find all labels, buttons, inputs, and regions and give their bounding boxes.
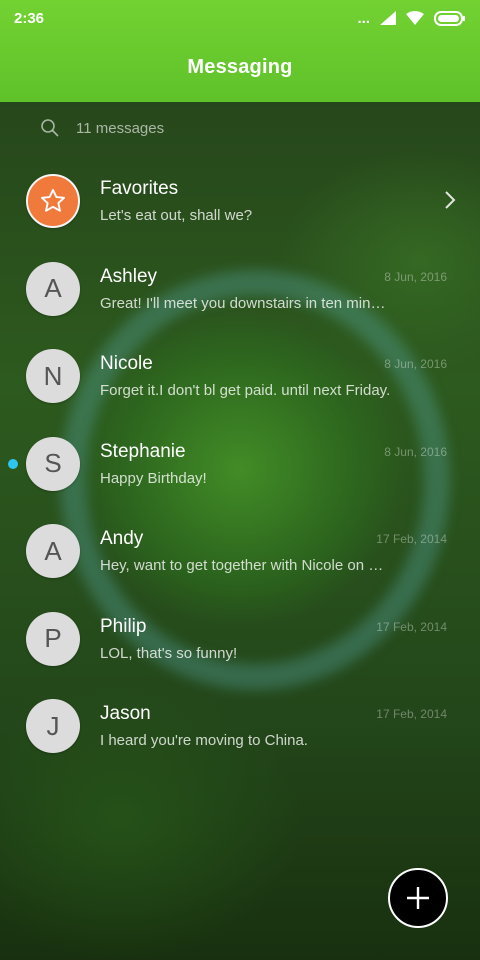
avatar: P xyxy=(26,611,80,666)
conversation-list: Favorites Let's eat out, shall we? A Ash… xyxy=(0,162,480,775)
message-preview: Great! I'll meet you downstairs in ten m… xyxy=(100,294,392,312)
conversation-ashley[interactable]: A Ashley Great! I'll meet you downstairs… xyxy=(0,250,480,338)
contact-name: Ashley xyxy=(100,265,158,287)
more-dots-icon: ... xyxy=(357,9,370,27)
message-date: 17 Feb, 2014 xyxy=(376,707,447,721)
conversation-stephanie[interactable]: S Stephanie Happy Birthday! 8 Jun, 2016 xyxy=(0,425,480,513)
status-icons: ... xyxy=(357,10,466,27)
battery-icon xyxy=(434,10,465,26)
conversation-jason[interactable]: J Jason I heard you're moving to China. … xyxy=(0,687,480,775)
unread-indicator xyxy=(8,458,18,469)
contact-name: Philip xyxy=(100,615,147,637)
search-icon xyxy=(41,119,59,137)
page-title: Messaging xyxy=(187,56,293,78)
message-preview: I heard you're moving to China. xyxy=(100,732,308,749)
status-time: 2:36 xyxy=(14,9,45,27)
message-preview: Happy Birthday! xyxy=(100,469,207,487)
contact-name: Jason xyxy=(100,703,151,724)
avatar: A xyxy=(26,524,80,578)
contact-name: Andy xyxy=(100,528,144,549)
wifi-icon xyxy=(406,11,424,25)
message-date: 8 Jun, 2016 xyxy=(384,269,447,284)
status-bar: 2:36 ... xyxy=(0,0,480,36)
message-date: 8 Jun, 2016 xyxy=(384,357,447,371)
message-date: 17 Feb, 2014 xyxy=(376,619,447,634)
plus-icon xyxy=(407,887,429,909)
signal-icon xyxy=(380,11,396,25)
avatar: S xyxy=(26,436,80,491)
message-preview: Forget it.I don't bl get paid. until nex… xyxy=(100,382,391,399)
favorites-avatar xyxy=(26,174,80,228)
conversation-andy[interactable]: A Andy Hey, want to get together with Ni… xyxy=(0,512,480,600)
message-date: 17 Feb, 2014 xyxy=(376,532,447,546)
avatar: N xyxy=(26,349,80,403)
star-icon xyxy=(40,188,66,212)
conversation-philip[interactable]: P Philip LOL, that's so funny! 17 Feb, 2… xyxy=(0,600,480,688)
message-count: 11 messages xyxy=(76,119,165,137)
chevron-right-icon xyxy=(445,191,456,209)
message-date: 8 Jun, 2016 xyxy=(384,444,447,459)
avatar: A xyxy=(26,261,80,316)
search-bar[interactable]: 11 messages xyxy=(40,118,164,138)
avatar: J xyxy=(26,699,80,753)
contact-name: Favorites xyxy=(100,178,179,199)
contact-name: Stephanie xyxy=(100,440,186,462)
message-preview: LOL, that's so funny! xyxy=(100,644,238,662)
contact-name: Nicole xyxy=(100,353,153,374)
message-preview: Let's eat out, shall we? xyxy=(100,207,253,224)
conversation-favorites[interactable]: Favorites Let's eat out, shall we? xyxy=(0,162,480,250)
new-message-button[interactable] xyxy=(388,868,448,928)
message-preview: Hey, want to get together with Nicole on… xyxy=(100,557,392,574)
conversation-nicole[interactable]: N Nicole Forget it.I don't bl get paid. … xyxy=(0,337,480,425)
